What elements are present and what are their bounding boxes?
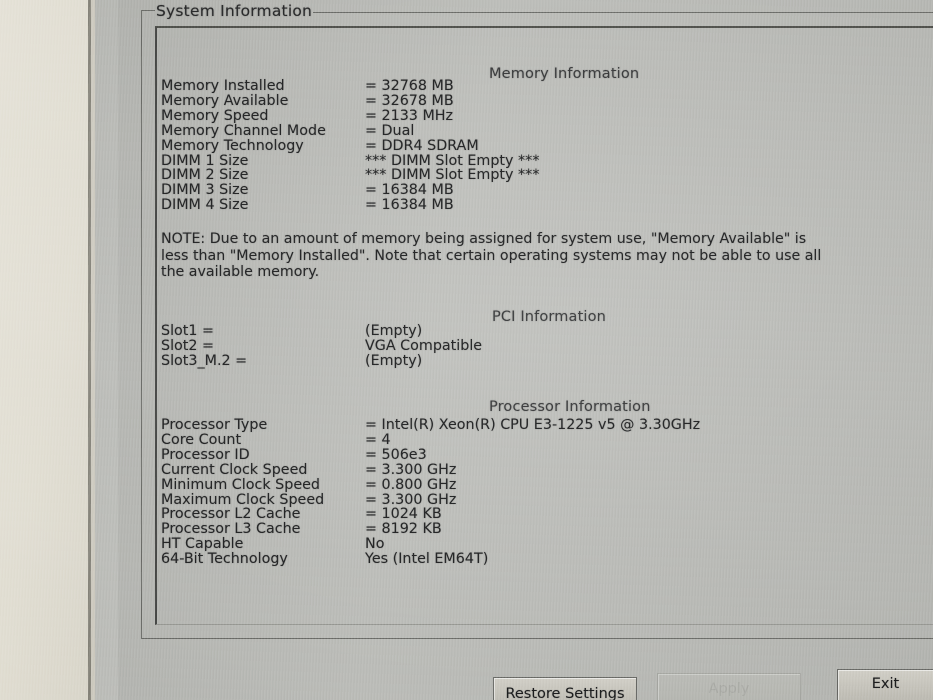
info-row: Memory Speed = 2133 MHz <box>161 107 921 124</box>
info-row: Maximum Clock Speed = 3.300 GHz <box>161 491 921 508</box>
restore-settings-button[interactable]: Restore Settings <box>493 677 637 700</box>
info-row: DIMM 3 Size = 16384 MB <box>161 182 921 199</box>
info-row: Memory Technology = DDR4 SDRAM <box>161 137 921 154</box>
info-row: Slot3_M.2 = (Empty) <box>161 352 921 369</box>
info-row-value: = 32768 MB <box>365 78 454 94</box>
info-row-key: DIMM 3 Size <box>161 182 249 199</box>
info-row-key: Slot3_M.2 = <box>161 352 248 369</box>
info-row-value: = 16384 MB <box>365 182 454 199</box>
info-row-key: Memory Technology <box>161 137 304 154</box>
info-row-key: Memory Available <box>161 92 289 109</box>
groupbox-legend: System Information <box>156 2 313 20</box>
info-row-key: Memory Installed <box>161 78 285 94</box>
info-row-value: = DDR4 SDRAM <box>365 137 479 154</box>
info-row-value: = 506e3 <box>365 446 427 463</box>
info-row: Current Clock Speed = 3.300 GHz <box>161 461 921 478</box>
info-row-key: Minimum Clock Speed <box>161 476 321 493</box>
info-row: Memory Installed = 32768 MB <box>161 78 921 94</box>
info-row-value: *** DIMM Slot Empty *** <box>365 167 540 184</box>
info-row: Slot1 = (Empty) <box>161 323 921 339</box>
info-row: Processor ID = 506e3 <box>161 446 921 463</box>
info-row-value: Yes (Intel EM64T) <box>365 551 489 568</box>
info-row-value: = 3.300 GHz <box>365 461 457 478</box>
info-row-key: Slot2 = <box>161 337 215 354</box>
info-row-value: = 3.300 GHz <box>365 491 457 508</box>
info-row: Processor L3 Cache = 8192 KB <box>161 521 921 538</box>
info-row-value: = 8192 KB <box>365 521 442 538</box>
bios-setup-screen: System Information NOTE: Due to an amoun… <box>0 0 933 700</box>
restore-settings-label: Restore Settings <box>505 686 625 700</box>
info-row-key: HT Capable <box>161 536 244 553</box>
info-row: Processor L2 Cache = 1024 KB <box>161 506 921 523</box>
info-row: HT Capable No <box>161 536 921 553</box>
info-row: Processor Type = Intel(R) Xeon(R) CPU E3-… <box>161 417 921 433</box>
section-title-processor: Processor Information <box>489 399 651 415</box>
info-row-key: Core Count <box>161 431 242 448</box>
info-row-key: Processor ID <box>161 446 250 463</box>
info-row: Memory Available = 32678 MB <box>161 92 921 109</box>
groupbox-top-border-left <box>141 10 155 11</box>
info-row-value: = 2133 MHz <box>365 107 454 124</box>
info-row-key: DIMM 2 Size <box>161 167 249 184</box>
memory-note-text: NOTE: Due to an amount of memory being a… <box>161 231 822 280</box>
bezel-edge-light <box>91 0 95 700</box>
info-row-value: (Empty) <box>365 352 423 369</box>
info-row-value: = 0.800 GHz <box>365 476 457 493</box>
info-row: Core Count = 4 <box>161 431 921 448</box>
info-row-value: VGA Compatible <box>365 337 483 354</box>
info-row: Memory Channel Mode = Dual <box>161 122 921 139</box>
info-row-value: = 32678 MB <box>365 92 454 109</box>
info-row-value: No <box>365 536 385 553</box>
apply-label: Apply <box>708 681 750 697</box>
info-row: Slot2 = VGA Compatible <box>161 337 921 354</box>
info-row-key: Processor L3 Cache <box>161 521 301 538</box>
groupbox-top-border-right <box>313 12 933 13</box>
info-row-key: Memory Speed <box>161 107 269 124</box>
info-row-value: = 16384 MB <box>365 197 454 214</box>
info-row-key: Current Clock Speed <box>161 461 308 478</box>
info-row: DIMM 4 Size = 16384 MB <box>161 197 921 214</box>
info-row: DIMM 1 Size *** DIMM Slot Empty *** <box>161 153 921 169</box>
exit-button[interactable]: Exit <box>837 669 933 700</box>
info-row-key: Memory Channel Mode <box>161 122 326 139</box>
info-row-key: 64-Bit Technology <box>161 551 288 568</box>
info-row-key: Processor Type <box>161 417 268 433</box>
info-row-value: = 1024 KB <box>365 506 442 523</box>
monitor-bezel-left <box>0 0 90 700</box>
info-row-key: Processor L2 Cache <box>161 506 301 523</box>
info-row: Minimum Clock Speed = 0.800 GHz <box>161 476 921 493</box>
info-row-key: DIMM 4 Size <box>161 197 249 214</box>
info-row: DIMM 2 Size *** DIMM Slot Empty *** <box>161 167 921 184</box>
apply-button[interactable]: Apply <box>657 673 801 700</box>
info-row-value: = 4 <box>365 431 391 448</box>
info-row-key: Slot1 = <box>161 323 215 339</box>
info-row-value: = Dual <box>365 122 415 139</box>
info-row-value: (Empty) <box>365 323 423 339</box>
info-row-value: = Intel(R) Xeon(R) CPU E3-1225 v5 @ 3.30… <box>365 417 701 433</box>
exit-label: Exit <box>871 676 900 692</box>
info-row: 64-Bit Technology Yes (Intel EM64T) <box>161 551 921 568</box>
